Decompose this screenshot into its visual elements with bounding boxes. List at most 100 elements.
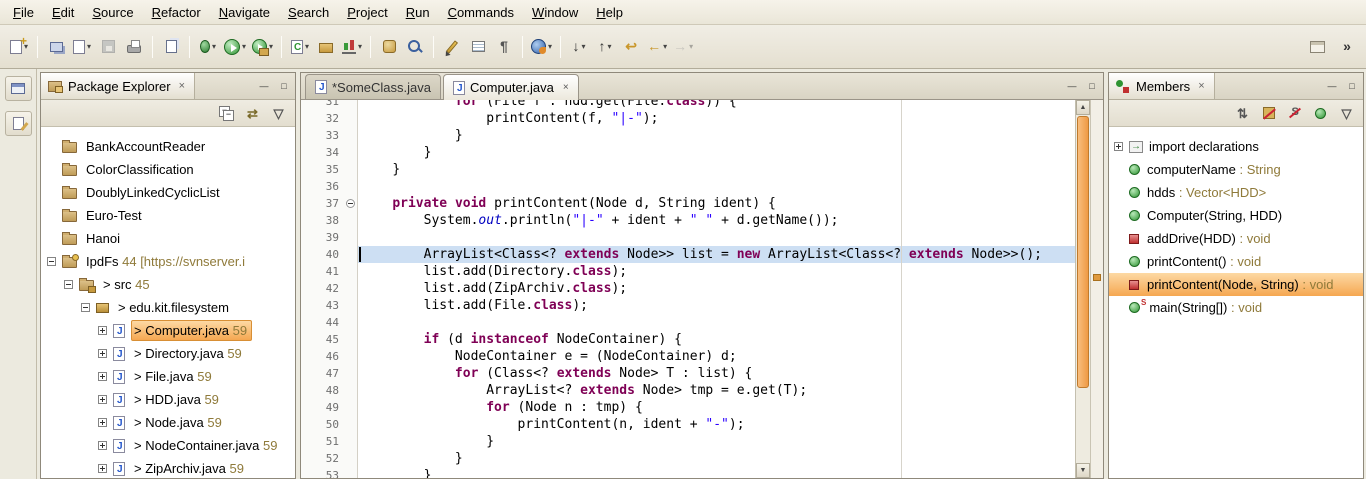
tree-expander-icon[interactable] <box>47 257 56 266</box>
menu-help[interactable]: Help <box>587 1 632 24</box>
menu-search[interactable]: Search <box>279 1 338 24</box>
tree-item-node-java[interactable]: > Node.java 59 <box>41 411 295 434</box>
back-button[interactable]: ←▾ <box>644 34 670 60</box>
editor-maximize-button[interactable]: □ <box>1083 78 1101 94</box>
code-line-48[interactable]: 48 ArrayList<? extends Node> tmp = e.get… <box>301 382 1075 399</box>
tree-item-file-java[interactable]: > File.java 59 <box>41 365 295 388</box>
open-web-browser-button[interactable]: ▾ <box>528 34 555 60</box>
code-line-33[interactable]: 33 } <box>301 127 1075 144</box>
member-item-hdds[interactable]: hdds : Vector<HDD> <box>1109 181 1363 204</box>
code-line-47[interactable]: 47 for (Class<? extends Node> T : list) … <box>301 365 1075 382</box>
code-line-50[interactable]: 50 printContent(n, ident + "-"); <box>301 416 1075 433</box>
code-line-35[interactable]: 35 } <box>301 161 1075 178</box>
debug-button[interactable]: ▾ <box>195 34 221 60</box>
tree-expander-icon[interactable] <box>64 280 73 289</box>
member-item-printcontent-node-string[interactable]: printContent(Node, String) : void <box>1109 273 1363 296</box>
code-line-32[interactable]: 32 printContent(f, "|-"); <box>301 110 1075 127</box>
tree-expander-icon[interactable] <box>98 441 107 450</box>
menu-source[interactable]: Source <box>83 1 142 24</box>
code-line-42[interactable]: 42 list.add(ZipArchiv.class); <box>301 280 1075 297</box>
tree-item-ziparchiv-java[interactable]: > ZipArchiv.java 59 <box>41 457 295 478</box>
tree-expander-icon[interactable] <box>1114 142 1123 151</box>
view-menu-button[interactable]: ▽ <box>267 102 290 124</box>
member-item-computername[interactable]: computerName : String <box>1109 158 1363 181</box>
collapse-all-button[interactable] <box>215 102 238 124</box>
menu-project[interactable]: Project <box>338 1 396 24</box>
menu-run[interactable]: Run <box>397 1 439 24</box>
tree-expander-icon[interactable] <box>98 395 107 404</box>
tree-item-bankaccountreader[interactable]: BankAccountReader <box>41 135 295 158</box>
fold-collapse-icon[interactable] <box>346 199 355 208</box>
coverage-button[interactable]: ▾ <box>339 34 365 60</box>
tree-item-doublylinkedcycliclist[interactable]: DoublyLinkedCyclicList <box>41 181 295 204</box>
editor-scrollbar[interactable]: ▲ ▼ <box>1075 100 1090 478</box>
minimized-view-window-button[interactable] <box>5 76 32 101</box>
code-line-45[interactable]: 45 if (d instanceof NodeContainer) { <box>301 331 1075 348</box>
tree-item-hdd-java[interactable]: > HDD.java 59 <box>41 388 295 411</box>
new-window-button[interactable] <box>43 34 69 60</box>
member-item-main-string[interactable]: Smain(String[]) : void <box>1109 296 1363 319</box>
menu-refactor[interactable]: Refactor <box>143 1 210 24</box>
annotation-marker[interactable] <box>1093 274 1101 281</box>
menu-commands[interactable]: Commands <box>439 1 523 24</box>
code-line-34[interactable]: 34 } <box>301 144 1075 161</box>
forward-button[interactable]: →▾ <box>670 34 696 60</box>
editor-minimize-button[interactable]: — <box>1063 78 1081 94</box>
code-line-53[interactable]: 53 } <box>301 467 1075 478</box>
members-maximize-button[interactable]: □ <box>1343 78 1361 94</box>
close-members-icon[interactable]: × <box>1196 80 1206 92</box>
open-type-button[interactable] <box>158 34 184 60</box>
overview-ruler[interactable] <box>1090 100 1103 478</box>
members-view-menu-button[interactable]: ▽ <box>1335 102 1358 124</box>
tree-item-hanoi[interactable]: Hanoi <box>41 227 295 250</box>
members-view-tab[interactable]: Members × <box>1109 73 1215 99</box>
code-line-44[interactable]: 44 <box>301 314 1075 331</box>
editor-tab-someclass-java[interactable]: *SomeClass.java <box>305 74 441 99</box>
tree-item-nodecontainer-java[interactable]: > NodeContainer.java 59 <box>41 434 295 457</box>
member-item-printcontent[interactable]: printContent() : void <box>1109 250 1363 273</box>
code-line-49[interactable]: 49 for (Node n : tmp) { <box>301 399 1075 416</box>
menu-window[interactable]: Window <box>523 1 587 24</box>
code-line-40[interactable]: 40 ArrayList<Class<? extends Node>> list… <box>301 246 1075 263</box>
sort-members-button[interactable]: ⇅ <box>1231 102 1254 124</box>
tree-expander-icon[interactable] <box>98 372 107 381</box>
open-artifact-button[interactable]: ▾ <box>69 34 95 60</box>
scroll-down-button[interactable]: ▼ <box>1076 463 1090 478</box>
tree-expander-icon[interactable] <box>98 349 107 358</box>
save-button[interactable] <box>95 34 121 60</box>
tree-item-src[interactable]: > src 45 <box>41 273 295 296</box>
code-editor[interactable]: 31 for (File f : hdd.get(File.class)) {3… <box>301 100 1075 478</box>
tree-item-edu-kit-filesystem[interactable]: > edu.kit.filesystem <box>41 296 295 319</box>
new-java-class-button[interactable]: ▾ <box>287 34 313 60</box>
hide-static-members-button[interactable] <box>1283 102 1306 124</box>
close-view-icon[interactable]: × <box>177 80 187 92</box>
code-line-51[interactable]: 51 } <box>301 433 1075 450</box>
code-line-31[interactable]: 31 for (File f : hdd.get(File.class)) { <box>301 100 1075 110</box>
editor-tab-computer-java[interactable]: Computer.java× <box>443 74 579 100</box>
hide-non-public-members-button[interactable] <box>1309 102 1332 124</box>
next-annotation-button[interactable]: ↓▾ <box>566 34 592 60</box>
close-tab-icon[interactable]: × <box>563 82 569 93</box>
member-item-adddrive-hdd[interactable]: addDrive(HDD) : void <box>1109 227 1363 250</box>
tree-expander-icon[interactable] <box>98 326 107 335</box>
create-jar-button[interactable] <box>376 34 402 60</box>
tree-item-computer-java[interactable]: > Computer.java 59 <box>41 319 295 342</box>
menu-navigate[interactable]: Navigate <box>210 1 279 24</box>
show-whitespace-button[interactable]: ¶ <box>491 34 517 60</box>
menu-edit[interactable]: Edit <box>43 1 83 24</box>
scrollbar-thumb[interactable] <box>1077 116 1089 388</box>
menu-file[interactable]: File <box>4 1 43 24</box>
perspective-button[interactable] <box>1304 34 1330 60</box>
last-edit-marker-button[interactable] <box>439 34 465 60</box>
code-line-39[interactable]: 39 <box>301 229 1075 246</box>
print-button[interactable] <box>121 34 147 60</box>
member-item-computer-string-hdd[interactable]: Computer(String, HDD) <box>1109 204 1363 227</box>
previous-annotation-button[interactable]: ↑▾ <box>592 34 618 60</box>
search-button[interactable] <box>402 34 428 60</box>
tree-expander-icon[interactable] <box>98 464 107 473</box>
new-button[interactable]: ▾ <box>6 34 32 60</box>
code-line-38[interactable]: 38 System.out.println("|-" + ident + " "… <box>301 212 1075 229</box>
code-line-41[interactable]: 41 list.add(Directory.class); <box>301 263 1075 280</box>
package-explorer-maximize-button[interactable]: □ <box>275 78 293 94</box>
run-button[interactable]: ▾ <box>221 34 249 60</box>
